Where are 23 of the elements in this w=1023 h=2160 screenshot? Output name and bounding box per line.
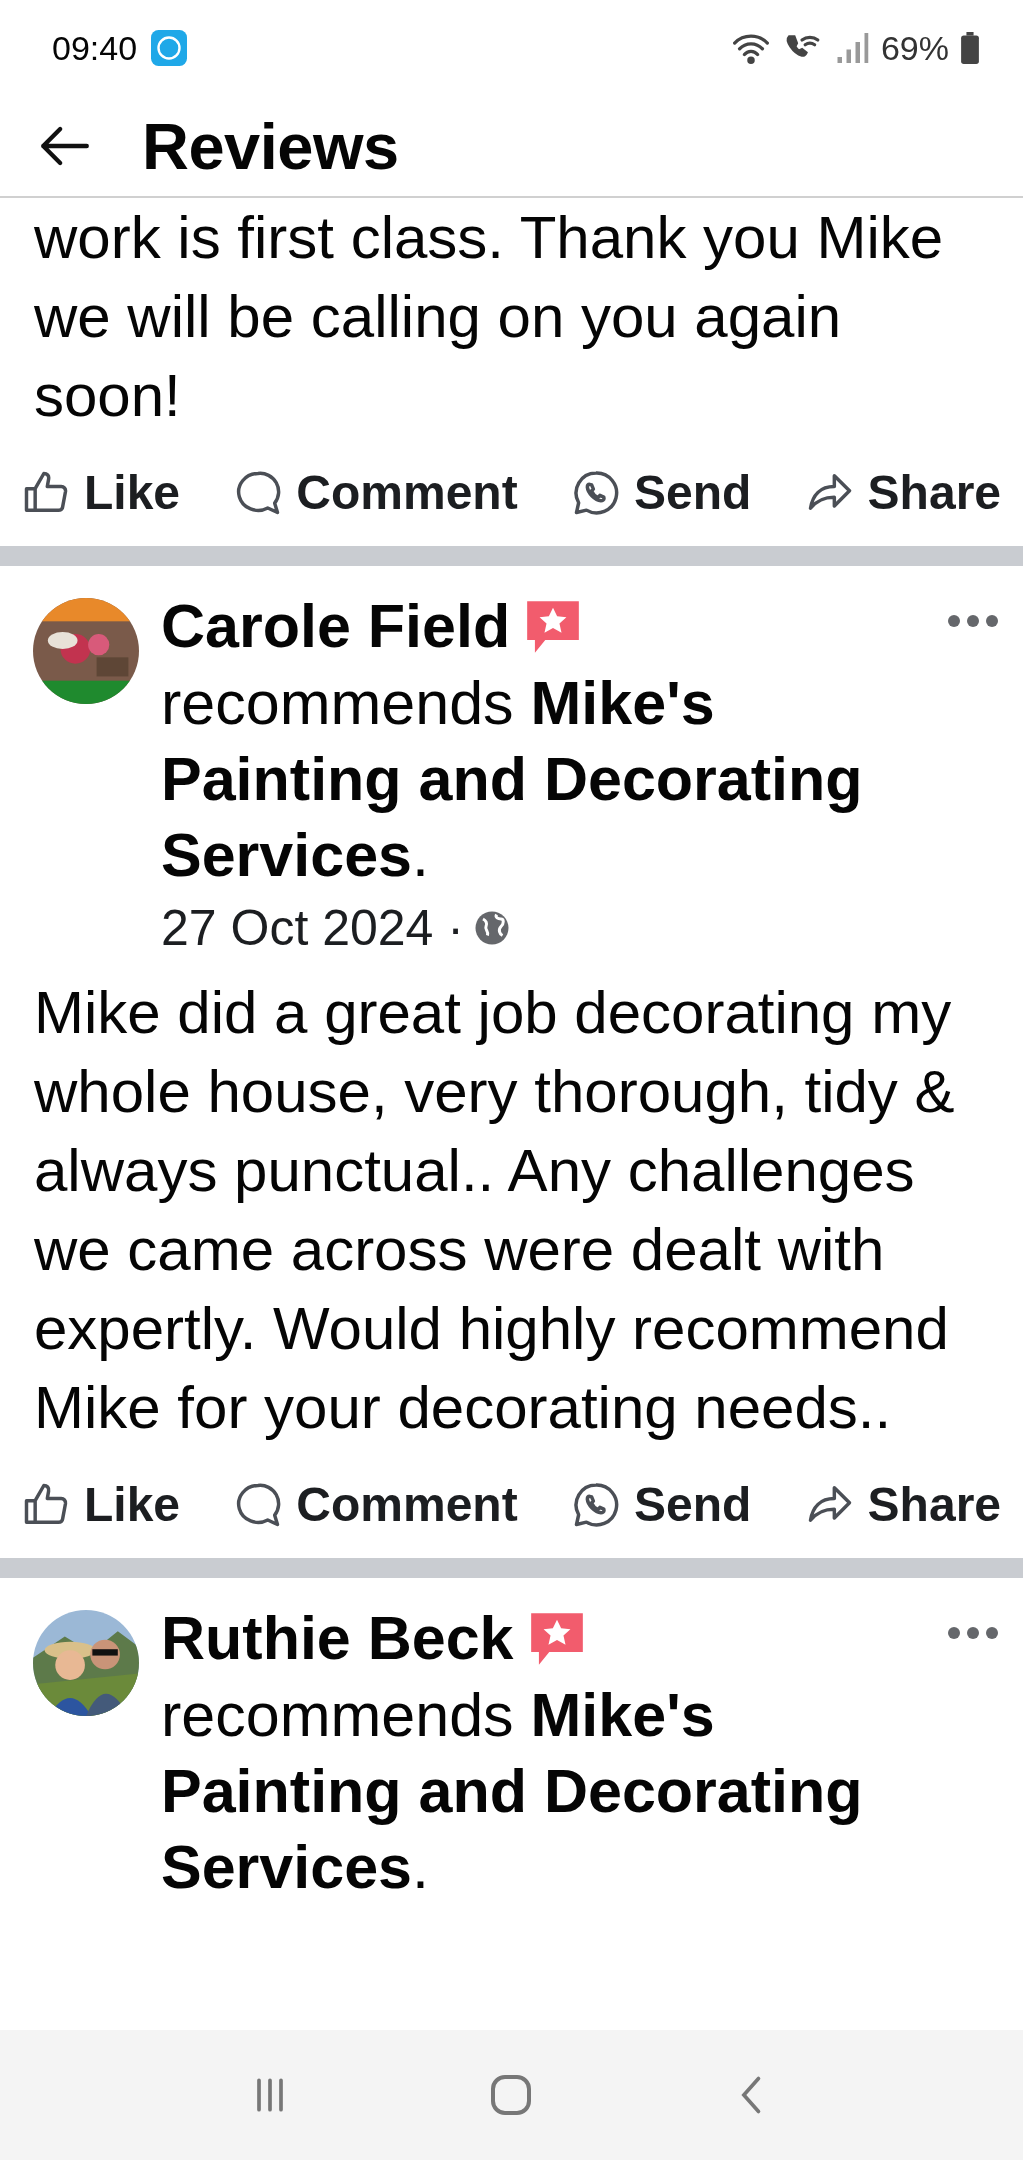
app-notification-icon [151,30,188,66]
comment-button[interactable]: Comment [232,465,518,520]
more-options-icon[interactable] [947,614,999,628]
battery-percent: 69% [880,28,949,68]
review-text: Mike did a great job decorating my whole house, very thorough, tidy & always punctual.. Any challenges we came across were dealt with expertly. Would highly recommend Mike for your decorating needs.. [33,978,956,1443]
reviewer-name[interactable]: Carole Field [161,588,511,665]
battery-icon [961,32,979,64]
comment-button[interactable]: Comment [232,1477,518,1532]
reviewer-name[interactable]: Ruthie Beck [161,1600,514,1677]
like-button[interactable]: Like [20,1477,181,1532]
recommendation-text: recommends Mike's Painting and Decorating Services. [161,1680,864,1903]
like-button[interactable]: Like [20,465,181,520]
send-button[interactable]: Send [569,1477,752,1532]
status-time: 09:40 [52,28,138,68]
send-button[interactable]: Send [569,465,752,520]
share-button[interactable]: Share [803,465,1001,520]
recommendation-text: recommends Mike's Painting and Decorating Services. [161,668,864,891]
post-date: 27 Oct 2024 · [161,899,464,957]
review-text: work is first class. Thank you Mike we will be calling on you again soon! [33,203,945,431]
more-options-icon[interactable] [947,1626,999,1640]
share-button[interactable]: Share [803,1477,1001,1532]
page-title: Reviews [142,108,399,184]
globe-icon [473,910,510,946]
